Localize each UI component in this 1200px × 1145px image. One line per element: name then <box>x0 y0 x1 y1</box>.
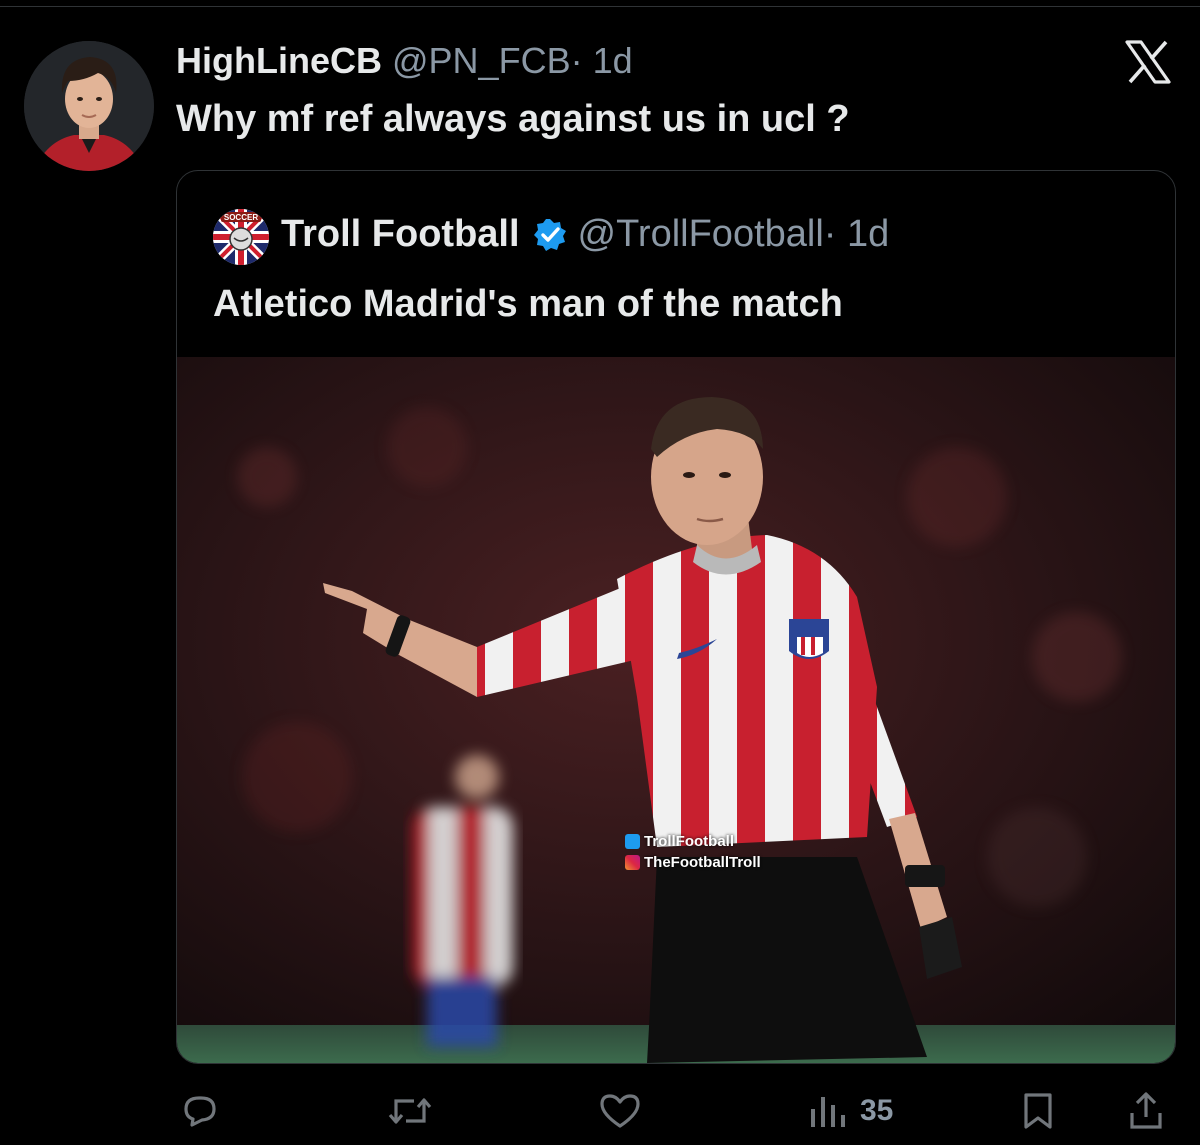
watermark-instagram: TheFootballTroll <box>644 854 761 871</box>
author-avatar[interactable] <box>24 41 154 171</box>
image-watermark: TrollFootball TheFootballTroll <box>625 831 761 873</box>
tweet-text: Why mf ref always against us in ucl ? <box>176 98 850 140</box>
quoted-author-line: Troll Football @TrollFootball · 1d <box>281 213 889 256</box>
quoted-author-avatar[interactable]: SOCCER <box>213 209 269 265</box>
bookmark-button[interactable] <box>1018 1085 1058 1137</box>
tweet-time[interactable]: · 1d <box>571 40 633 81</box>
share-icon <box>1130 1092 1162 1129</box>
bookmark-icon <box>1024 1093 1052 1129</box>
retweet-button[interactable] <box>386 1085 434 1137</box>
twitter-icon <box>625 834 640 849</box>
author-display-name[interactable]: HighLineCB <box>176 40 382 81</box>
tweet-action-bar: 35 <box>0 1085 1200 1137</box>
reply-icon <box>184 1096 216 1127</box>
x-logo-icon <box>1124 40 1172 84</box>
like-button[interactable] <box>598 1085 642 1137</box>
quoted-tweet-card[interactable]: SOCCER Troll Football @TrollFootball · 1d… <box>176 170 1176 1064</box>
like-icon <box>600 1094 640 1128</box>
instagram-icon <box>625 855 640 870</box>
views-count: 35 <box>860 1094 894 1127</box>
watermark-twitter: TrollFootball <box>644 833 734 850</box>
tweet-author-line: HighLineCB @PN_FCB· 1d <box>176 40 633 82</box>
author-handle[interactable]: @PN_FCB <box>392 40 571 81</box>
retweet-icon <box>388 1098 432 1124</box>
reply-button[interactable] <box>180 1085 220 1137</box>
views-button[interactable]: 35 <box>806 1085 893 1137</box>
share-button[interactable] <box>1126 1085 1166 1137</box>
quoted-display-name[interactable]: Troll Football <box>281 213 520 256</box>
quoted-tweet-text: Atletico Madrid's man of the match <box>213 283 843 325</box>
quoted-tweet-image[interactable]: TrollFootball TheFootballTroll <box>177 357 1175 1063</box>
verified-badge-icon <box>532 217 568 253</box>
top-divider <box>0 6 1200 7</box>
quoted-time[interactable]: · 1d <box>824 213 889 256</box>
quoted-handle[interactable]: @TrollFootball <box>578 213 824 256</box>
views-icon <box>811 1097 845 1127</box>
avatar-logo-text: SOCCER <box>224 213 258 222</box>
